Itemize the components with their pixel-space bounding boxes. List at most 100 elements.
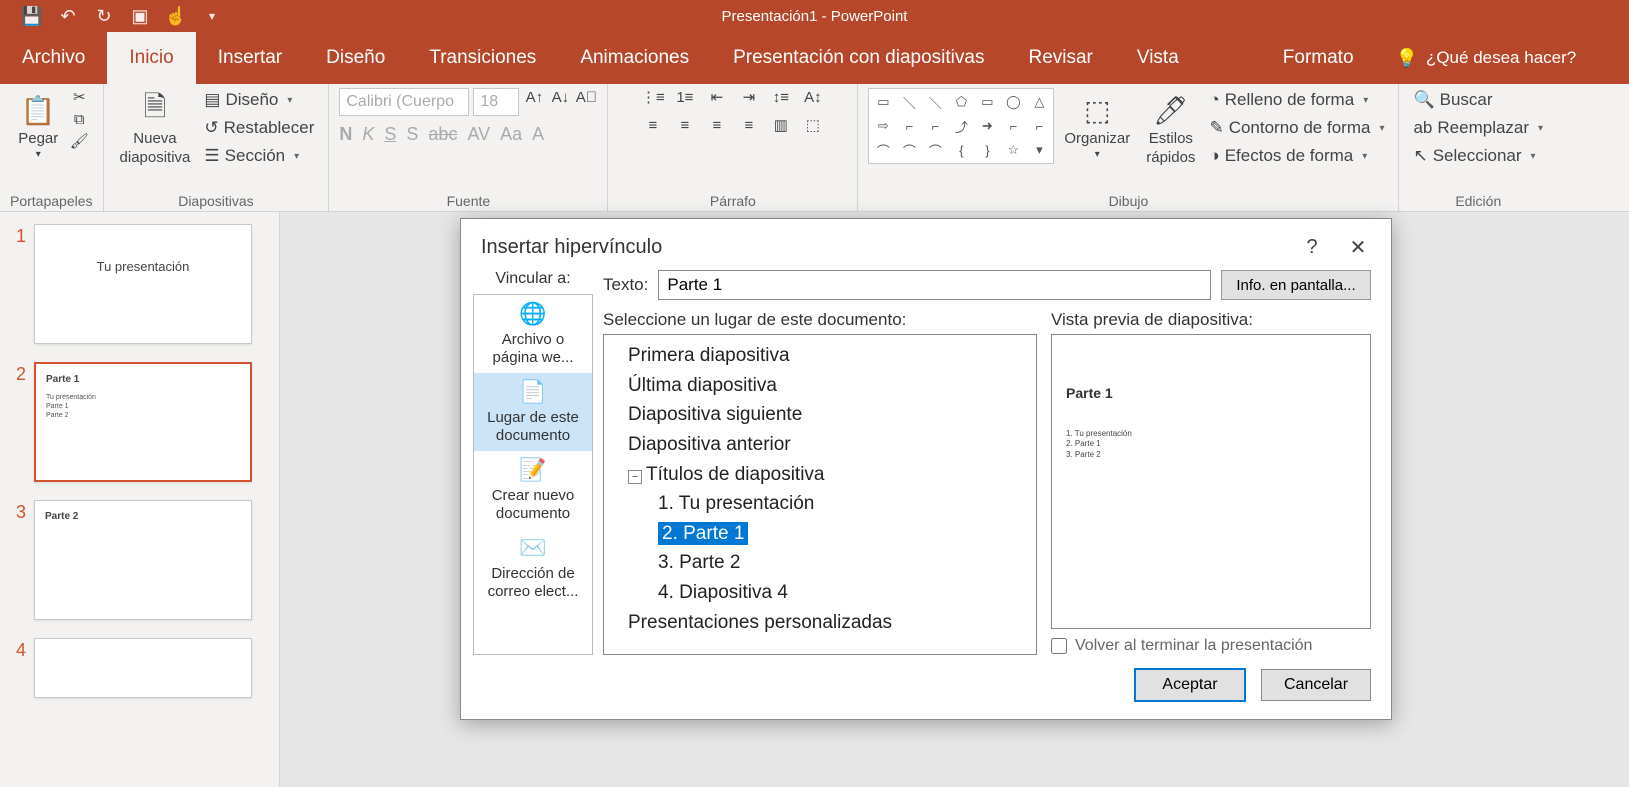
text-direction-icon[interactable]: A↕ — [802, 88, 824, 106]
numbering-icon[interactable]: 1≡ — [674, 88, 696, 106]
align-left-icon[interactable]: ≡ — [642, 116, 664, 134]
touch-icon[interactable]: ☝ — [164, 4, 188, 28]
tab-diseno[interactable]: Diseño — [304, 32, 407, 84]
slide-thumbnails: 1 Tu presentación 2 Parte 1 Tu presentac… — [0, 212, 280, 787]
accept-button[interactable]: Aceptar — [1135, 669, 1245, 701]
text-to-display-input[interactable] — [658, 270, 1211, 300]
spacing-button[interactable]: AV — [467, 124, 490, 145]
tab-animaciones[interactable]: Animaciones — [558, 32, 711, 84]
document-tree[interactable]: Primera diapositiva Última diapositiva D… — [603, 334, 1037, 655]
bullets-icon[interactable]: ⋮≡ — [642, 88, 664, 106]
linkopt-mail[interactable]: ✉️ Dirección decorreo elect... — [474, 529, 592, 607]
cancel-button[interactable]: Cancelar — [1261, 669, 1371, 701]
slide-thumb-4[interactable] — [34, 638, 252, 698]
select-button[interactable]: ↖Seleccionar — [1409, 144, 1547, 168]
title-bar: 💾 ↶ ↻ ▣ ☝ ▾ Presentación1 - PowerPoint H… — [0, 0, 1629, 32]
linkopt-place[interactable]: 📄 Lugar de estedocumento — [474, 373, 592, 451]
outdent-icon[interactable]: ⇤ — [706, 88, 728, 106]
group-label-diapositivas: Diapositivas — [178, 191, 253, 209]
tab-inicio[interactable]: Inicio — [107, 32, 195, 84]
tree-last-slide[interactable]: Última diapositiva — [610, 371, 1030, 401]
shape-effects-button[interactable]: ◑Efectos de forma — [1205, 144, 1388, 168]
font-size-input[interactable]: 18 — [473, 88, 519, 116]
justify-icon[interactable]: ≡ — [738, 116, 760, 134]
help-icon[interactable]: ? — [1299, 236, 1325, 259]
tab-revisar[interactable]: Revisar — [1006, 32, 1114, 84]
shrink-font-icon[interactable]: A↓ — [549, 88, 571, 106]
copy-icon[interactable]: ⧉ — [68, 110, 90, 128]
tab-transiciones[interactable]: Transiciones — [407, 32, 558, 84]
font-color-button[interactable]: A — [532, 124, 544, 145]
section-button[interactable]: ☰Sección — [200, 144, 318, 168]
save-icon[interactable]: 💾 — [20, 4, 44, 28]
cut-icon[interactable]: ✂ — [68, 88, 90, 106]
quick-styles-button[interactable]: 🖊 Estilos rápidos — [1140, 88, 1201, 170]
font-name-input[interactable]: Calibri (Cuerpo — [339, 88, 469, 116]
thumb-row-4[interactable]: 4 — [8, 638, 271, 698]
shape-outline-button[interactable]: ✎Contorno de forma — [1205, 116, 1388, 140]
arrange-button[interactable]: ⬚ Organizar▾ — [1058, 88, 1136, 164]
tree-slide-2[interactable]: 2. Parte 1 — [610, 519, 1030, 549]
tree-slide-3[interactable]: 3. Parte 2 — [610, 548, 1030, 578]
tab-archivo[interactable]: Archivo — [0, 32, 107, 84]
return-checkbox-label: Volver al terminar la presentación — [1075, 637, 1312, 655]
new-slide-button[interactable]: 🗎 Nueva diapositiva — [114, 88, 197, 170]
tab-insertar[interactable]: Insertar — [196, 32, 304, 84]
screentip-button[interactable]: Info. en pantalla... — [1221, 270, 1371, 300]
align-center-icon[interactable]: ≡ — [674, 116, 696, 134]
slide-thumb-3[interactable]: Parte 2 — [34, 500, 252, 620]
thumb-row-3[interactable]: 3 Parte 2 — [8, 500, 271, 620]
tell-me-placeholder: ¿Qué desea hacer? — [1426, 48, 1576, 68]
strike-button[interactable]: abc — [428, 124, 457, 145]
layout-button[interactable]: ▤Diseño — [200, 88, 318, 112]
format-painter-icon[interactable]: 🖌 — [68, 132, 90, 150]
tree-first-slide[interactable]: Primera diapositiva — [610, 341, 1030, 371]
shapes-gallery[interactable]: ▭＼＼⬠▭◯△ ⇨⌐⌐⤴➜⌐⌐ ⌒⌒⌒{}☆▾ — [868, 88, 1054, 164]
tree-custom-shows[interactable]: Presentaciones personalizadas — [610, 608, 1030, 638]
return-checkbox[interactable] — [1051, 638, 1067, 654]
presentation-icon[interactable]: ▣ — [128, 4, 152, 28]
slide-thumb-2[interactable]: Parte 1 Tu presentación Parte 1 Parte 2 — [34, 362, 252, 482]
italic-button[interactable]: K — [362, 124, 374, 145]
tree-next-slide[interactable]: Diapositiva siguiente — [610, 400, 1030, 430]
indent-icon[interactable]: ⇥ — [738, 88, 760, 106]
smartart-icon[interactable]: ⬚ — [802, 116, 824, 134]
thumb-row-2[interactable]: 2 Parte 1 Tu presentación Parte 1 Parte … — [8, 362, 271, 482]
close-icon[interactable]: ✕ — [1345, 235, 1371, 260]
undo-icon[interactable]: ↶ — [56, 4, 80, 28]
align-right-icon[interactable]: ≡ — [706, 116, 728, 134]
linkopt-file[interactable]: 🌐 Archivo opágina we... — [474, 295, 592, 373]
replace-button[interactable]: abReemplazar — [1409, 116, 1547, 140]
tab-presentacion[interactable]: Presentación con diapositivas — [711, 32, 1006, 84]
case-button[interactable]: Aa — [500, 124, 522, 145]
clear-format-icon[interactable]: A⃠ — [575, 88, 597, 106]
bold-button[interactable]: N — [339, 124, 352, 145]
shadow-button[interactable]: S — [406, 124, 418, 145]
mail-icon: ✉️ — [519, 535, 546, 561]
linkopt-new[interactable]: 📝 Crear nuevodocumento — [474, 451, 592, 529]
tree-slide-1[interactable]: 1. Tu presentación — [610, 489, 1030, 519]
tell-me-search[interactable]: 💡 ¿Qué desea hacer? — [1376, 32, 1577, 84]
collapse-icon[interactable]: − — [628, 470, 642, 484]
redo-icon[interactable]: ↻ — [92, 4, 116, 28]
underline-button[interactable]: S — [384, 124, 396, 145]
reset-button[interactable]: ↺Restablecer — [200, 116, 318, 140]
slide-thumb-1[interactable]: Tu presentación — [34, 224, 252, 344]
tree-prev-slide[interactable]: Diapositiva anterior — [610, 430, 1030, 460]
tab-vista[interactable]: Vista — [1115, 32, 1201, 84]
columns-icon[interactable]: ▥ — [770, 116, 792, 134]
linespacing-icon[interactable]: ↕≡ — [770, 88, 792, 106]
group-label-fuente: Fuente — [447, 191, 491, 209]
tab-formato[interactable]: Formato — [1261, 32, 1376, 84]
qat-more-icon[interactable]: ▾ — [200, 4, 224, 28]
thumb-row-1[interactable]: 1 Tu presentación — [8, 224, 271, 344]
paste-button[interactable]: 📋 Pegar ▾ — [12, 88, 64, 164]
replace-icon: ab — [1413, 118, 1432, 138]
tree-slide-titles[interactable]: −Títulos de diapositiva — [610, 460, 1030, 490]
find-button[interactable]: 🔍Buscar — [1409, 88, 1547, 112]
return-checkbox-row[interactable]: Volver al terminar la presentación — [1051, 637, 1371, 655]
tree-slide-4[interactable]: 4. Diapositiva 4 — [610, 578, 1030, 608]
group-edicion: 🔍Buscar abReemplazar ↖Seleccionar Edició… — [1399, 84, 1557, 211]
shape-fill-button[interactable]: ◔Relleno de forma — [1205, 88, 1388, 112]
grow-font-icon[interactable]: A↑ — [523, 88, 545, 106]
